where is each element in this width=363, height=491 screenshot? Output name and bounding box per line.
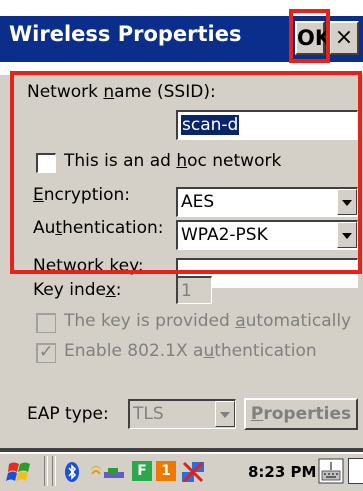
properties-button[interactable]: Properties <box>244 398 358 430</box>
connection-status-icon[interactable] <box>180 459 206 485</box>
adhoc-label: This is an ad hoc network <box>64 151 282 171</box>
encryption-select[interactable]: AES <box>176 187 358 217</box>
authentication-label: Authentication: <box>33 218 164 238</box>
eap-type-value: TLS <box>133 404 164 424</box>
windows-start-icon[interactable] <box>6 458 36 486</box>
ssid-field[interactable]: scan-d <box>176 110 358 140</box>
ssid-selected-text: scan-d <box>181 115 240 135</box>
network-key-label: Network key: <box>33 256 144 276</box>
encryption-value: AES <box>181 192 215 212</box>
auto-key-label: The key is provided automatically <box>64 311 352 331</box>
desktop-icon[interactable] <box>348 458 363 484</box>
ok-button-highlight <box>289 9 330 63</box>
key-index-field[interactable]: 1 <box>176 276 212 304</box>
keyboard-icon[interactable] <box>318 458 344 484</box>
enable-8021x-label: Enable 802.1X authentication <box>64 341 317 361</box>
enable-8021x-checkbox[interactable]: ✓ <box>36 342 56 363</box>
eap-type-select[interactable]: TLS <box>128 399 236 429</box>
clock[interactable]: 8:23 PM <box>248 463 316 481</box>
eap-type-label: EAP type: <box>27 404 109 424</box>
close-button[interactable]: × <box>329 21 359 55</box>
encryption-label: Encryption: <box>33 185 131 205</box>
one-key-indicator[interactable]: 1 <box>156 461 176 481</box>
adhoc-checkbox[interactable] <box>36 153 56 173</box>
chevron-down-icon[interactable] <box>215 401 235 427</box>
f-key-indicator[interactable]: F <box>132 461 152 481</box>
ssid-label: Network name (SSID): <box>27 82 216 102</box>
chevron-down-icon[interactable] <box>337 189 357 215</box>
taskbar-divider <box>52 456 56 486</box>
authentication-select[interactable]: WPA2-PSK <box>176 220 358 250</box>
window-title: Wireless Properties <box>9 22 242 46</box>
checkmark-icon: ✓ <box>39 342 54 362</box>
authentication-value: WPA2-PSK <box>181 225 268 245</box>
taskbar-divider <box>44 456 48 486</box>
network-icon[interactable] <box>88 460 128 484</box>
key-index-label: Key index: <box>33 280 122 300</box>
bluetooth-icon[interactable] <box>64 461 80 483</box>
chevron-down-icon[interactable] <box>337 222 357 248</box>
auto-key-checkbox[interactable] <box>36 313 56 333</box>
